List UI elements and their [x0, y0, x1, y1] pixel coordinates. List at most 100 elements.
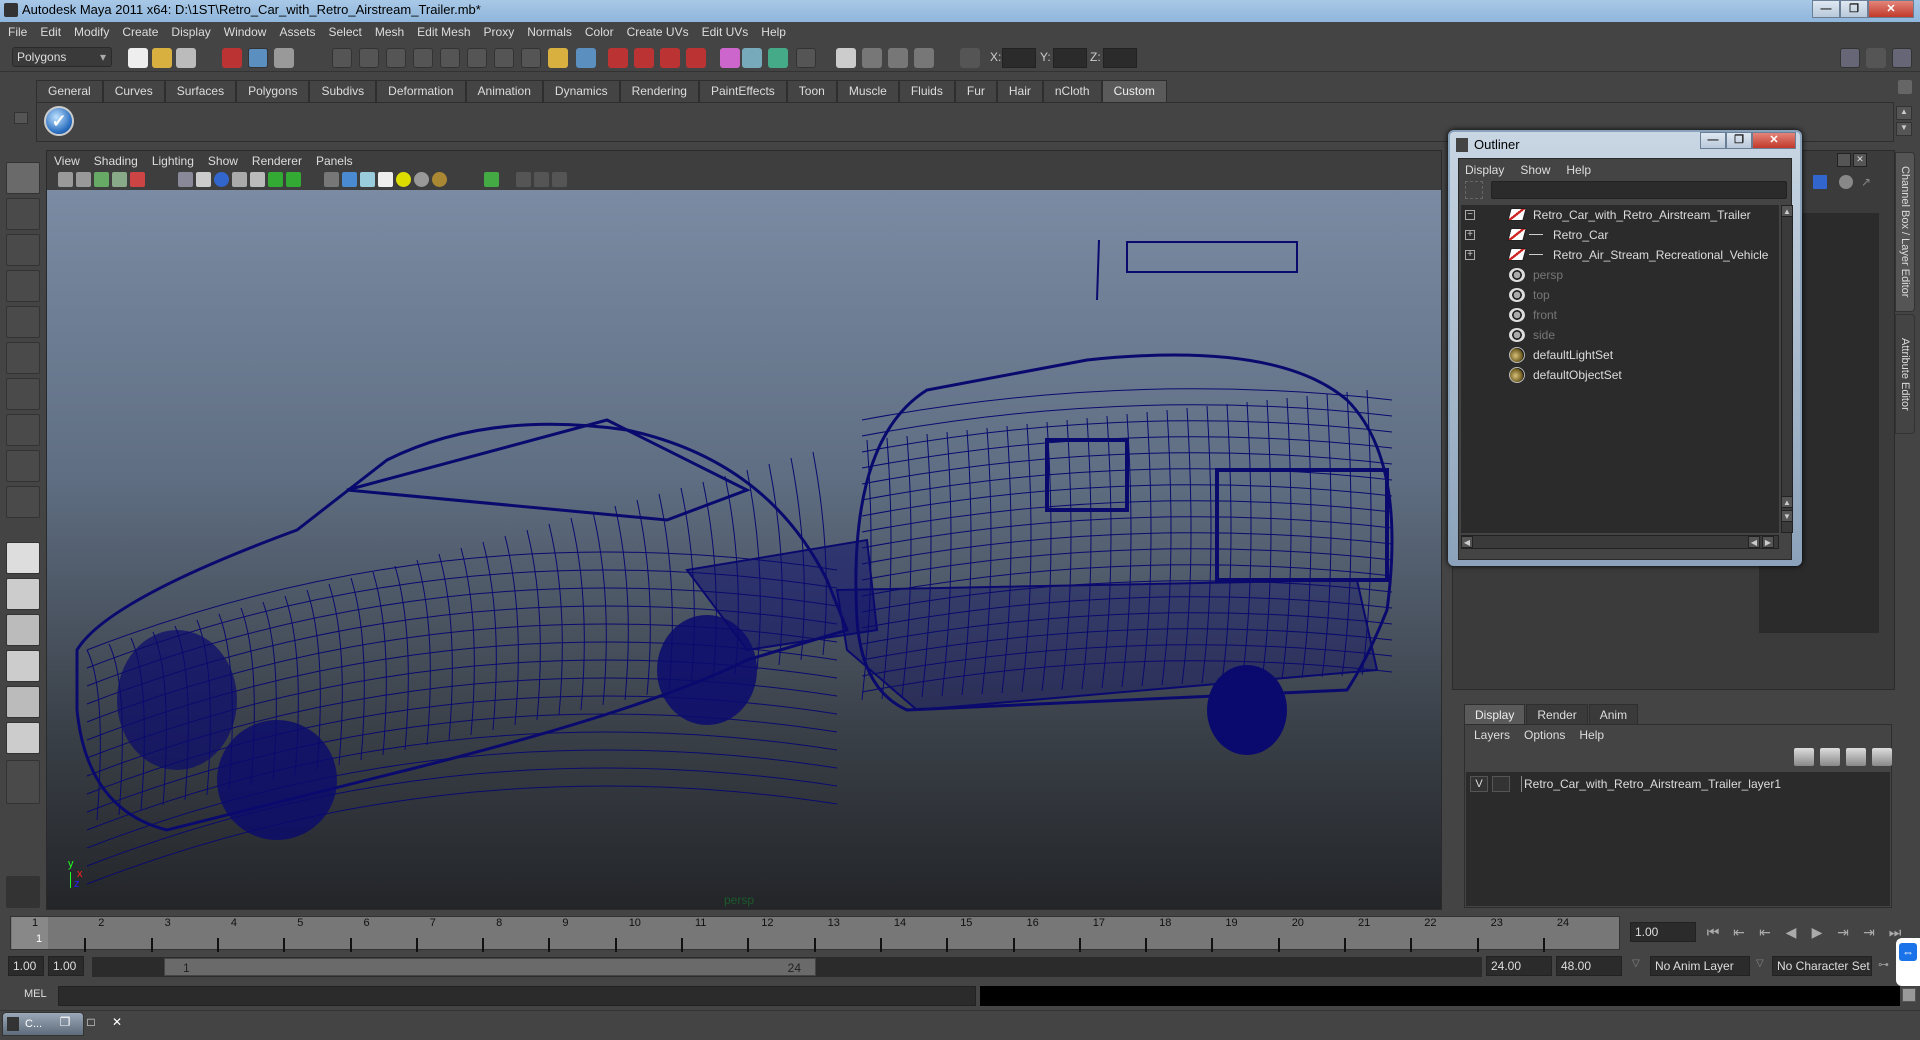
camera-attributes-icon[interactable]	[76, 172, 91, 187]
maximize-window-button[interactable]: □	[78, 1012, 104, 1034]
viewport-menu-shading[interactable]: Shading	[94, 152, 138, 170]
show-manipulator-icon[interactable]	[6, 450, 40, 482]
outliner-maximize-button[interactable]: ❐	[1726, 132, 1752, 149]
menu-display[interactable]: Display	[171, 22, 210, 42]
snap-curve-icon[interactable]	[359, 48, 379, 68]
universal-manipulator-icon[interactable]	[6, 378, 40, 410]
rotate-tool-icon[interactable]	[6, 306, 40, 338]
layer-tab-display[interactable]: Display	[1464, 704, 1526, 724]
smooth-shade-icon[interactable]	[342, 172, 357, 187]
x-field[interactable]	[1002, 48, 1036, 68]
snap-volume-icon[interactable]	[494, 48, 514, 68]
shelf-tab-polygons[interactable]: Polygons	[236, 80, 310, 102]
tab-channel-box-layer-editor[interactable]: Channel Box / Layer Editor	[1895, 152, 1915, 312]
outliner-minimize-button[interactable]: —	[1700, 132, 1726, 149]
playback-end-field[interactable]: 24.00	[1486, 956, 1552, 976]
attribute-editor-toggle-icon[interactable]	[1840, 48, 1860, 68]
pick-arrow-icon[interactable]: ↗	[1861, 175, 1875, 189]
menu-modify[interactable]: Modify	[74, 22, 109, 42]
viewport-menu-renderer[interactable]: Renderer	[252, 152, 302, 170]
selection-mask-icon[interactable]	[576, 48, 596, 68]
play-forwards-icon[interactable]: ▶	[1804, 924, 1830, 941]
step-forward-key-icon[interactable]: ⇥	[1830, 924, 1856, 941]
magnet-live-icon[interactable]	[686, 48, 706, 68]
magnet-grid-icon[interactable]	[660, 48, 680, 68]
move-layer-up-icon[interactable]	[1794, 748, 1814, 766]
go-to-start-icon[interactable]: ⏮	[1700, 924, 1726, 941]
menu-edit[interactable]: Edit	[40, 22, 61, 42]
menu-select[interactable]: Select	[328, 22, 361, 42]
save-scene-icon[interactable]	[176, 48, 196, 68]
snap-point-icon[interactable]	[386, 48, 406, 68]
expand-icon[interactable]: +	[1465, 250, 1475, 260]
shelf-tab-rendering[interactable]: Rendering	[619, 80, 699, 102]
current-time-field[interactable]: 1.00	[1630, 922, 1696, 942]
shelf-tab-surfaces[interactable]: Surfaces	[164, 80, 237, 102]
outliner-vertical-scrollbar[interactable]: ▲ ▲ ▼	[1781, 205, 1793, 533]
shelf-tab-general[interactable]: General	[36, 80, 103, 102]
new-layer-selected-icon[interactable]	[1872, 748, 1892, 766]
y-field[interactable]	[1053, 48, 1087, 68]
shelf-tab-curves[interactable]: Curves	[102, 80, 165, 102]
menu-set-dropdown[interactable]: Polygons	[12, 47, 112, 67]
trash-icon[interactable]	[1898, 80, 1912, 94]
shadows-icon[interactable]	[414, 172, 429, 187]
outliner-menu-display[interactable]: Display	[1465, 161, 1504, 179]
script-editor-icon[interactable]	[1902, 988, 1916, 1002]
end-time-field[interactable]: 48.00	[1556, 956, 1622, 976]
menu-window[interactable]: Window	[224, 22, 267, 42]
select-object-icon[interactable]	[248, 48, 268, 68]
playback-start-field[interactable]: 1.00	[48, 956, 84, 976]
isolate-select-icon[interactable]	[484, 172, 499, 187]
select-tool-icon[interactable]	[6, 162, 40, 194]
shelf-tab-fluids[interactable]: Fluids	[898, 80, 955, 102]
outliner-close-button[interactable]: ✕	[1752, 132, 1796, 149]
outliner-horizontal-scrollbar[interactable]: ◀ ◀ ▶	[1461, 535, 1779, 549]
layer-menu-options[interactable]: Options	[1524, 726, 1565, 744]
viewport-menu-panels[interactable]: Panels	[316, 152, 353, 170]
layer-tab-anim[interactable]: Anim	[1588, 704, 1639, 724]
panel-float-icon[interactable]	[1837, 153, 1851, 167]
layer-name[interactable]: Retro_Car_with_Retro_Airstream_Trailer_l…	[1524, 776, 1781, 792]
construction-history-icon[interactable]	[796, 48, 816, 68]
shelf-tab-subdivs[interactable]: Subdivs	[309, 80, 377, 102]
high-quality-icon[interactable]	[432, 172, 447, 187]
shelf-tab-custom[interactable]: Custom	[1101, 80, 1167, 102]
new-scene-icon[interactable]	[128, 48, 148, 68]
range-slider-handle[interactable]: 1 24	[164, 958, 816, 976]
toggle-ref-icon[interactable]	[1839, 175, 1853, 189]
z-field[interactable]	[1103, 48, 1137, 68]
field-chart-icon[interactable]	[250, 172, 265, 187]
persp-graph-hypergraph-layout-icon[interactable]	[6, 722, 40, 754]
output-ops-icon[interactable]	[768, 48, 788, 68]
xray-joints-icon[interactable]	[534, 172, 549, 187]
scroll-left-icon[interactable]: ◀	[1461, 536, 1473, 548]
layer-menu-help[interactable]: Help	[1579, 726, 1604, 744]
minimize-button[interactable]: —	[1812, 0, 1840, 18]
menu-edit-uvs[interactable]: Edit UVs	[702, 22, 749, 42]
2d-pan-zoom-icon[interactable]	[130, 172, 145, 187]
magnet-snap-icon[interactable]	[608, 48, 628, 68]
shelf-tab-deformation[interactable]: Deformation	[376, 80, 466, 102]
wireframe-on-shaded-icon[interactable]	[360, 172, 375, 187]
checkmark-shelf-icon[interactable]: ✓	[44, 106, 74, 136]
panel-close-icon[interactable]: ✕	[1853, 153, 1867, 167]
menu-create-uvs[interactable]: Create UVs	[627, 22, 689, 42]
snap-surface-icon[interactable]	[440, 48, 460, 68]
share-icon[interactable]	[552, 172, 567, 187]
menu-help[interactable]: Help	[761, 22, 786, 42]
render-settings-icon[interactable]	[914, 48, 934, 68]
outliner-persp-layout-icon[interactable]	[6, 614, 40, 646]
shelf-tab-toon[interactable]: Toon	[786, 80, 837, 102]
play-backwards-icon[interactable]: ◀	[1778, 924, 1804, 941]
layer-visibility-toggle[interactable]: V	[1470, 776, 1488, 792]
tool-settings-toggle-icon[interactable]	[1866, 48, 1886, 68]
shelf-scroll-up-icon[interactable]: ▲	[1896, 106, 1912, 120]
maya-logo-icon[interactable]	[6, 876, 40, 908]
gate-mask-icon[interactable]	[232, 172, 247, 187]
shelf-options-icon[interactable]	[14, 112, 28, 124]
render-view-icon[interactable]	[836, 48, 856, 68]
snap-grid-icon[interactable]	[332, 48, 352, 68]
step-back-key-icon[interactable]: ⇤	[1752, 924, 1778, 941]
character-set-field[interactable]: No Character Set	[1772, 956, 1872, 976]
